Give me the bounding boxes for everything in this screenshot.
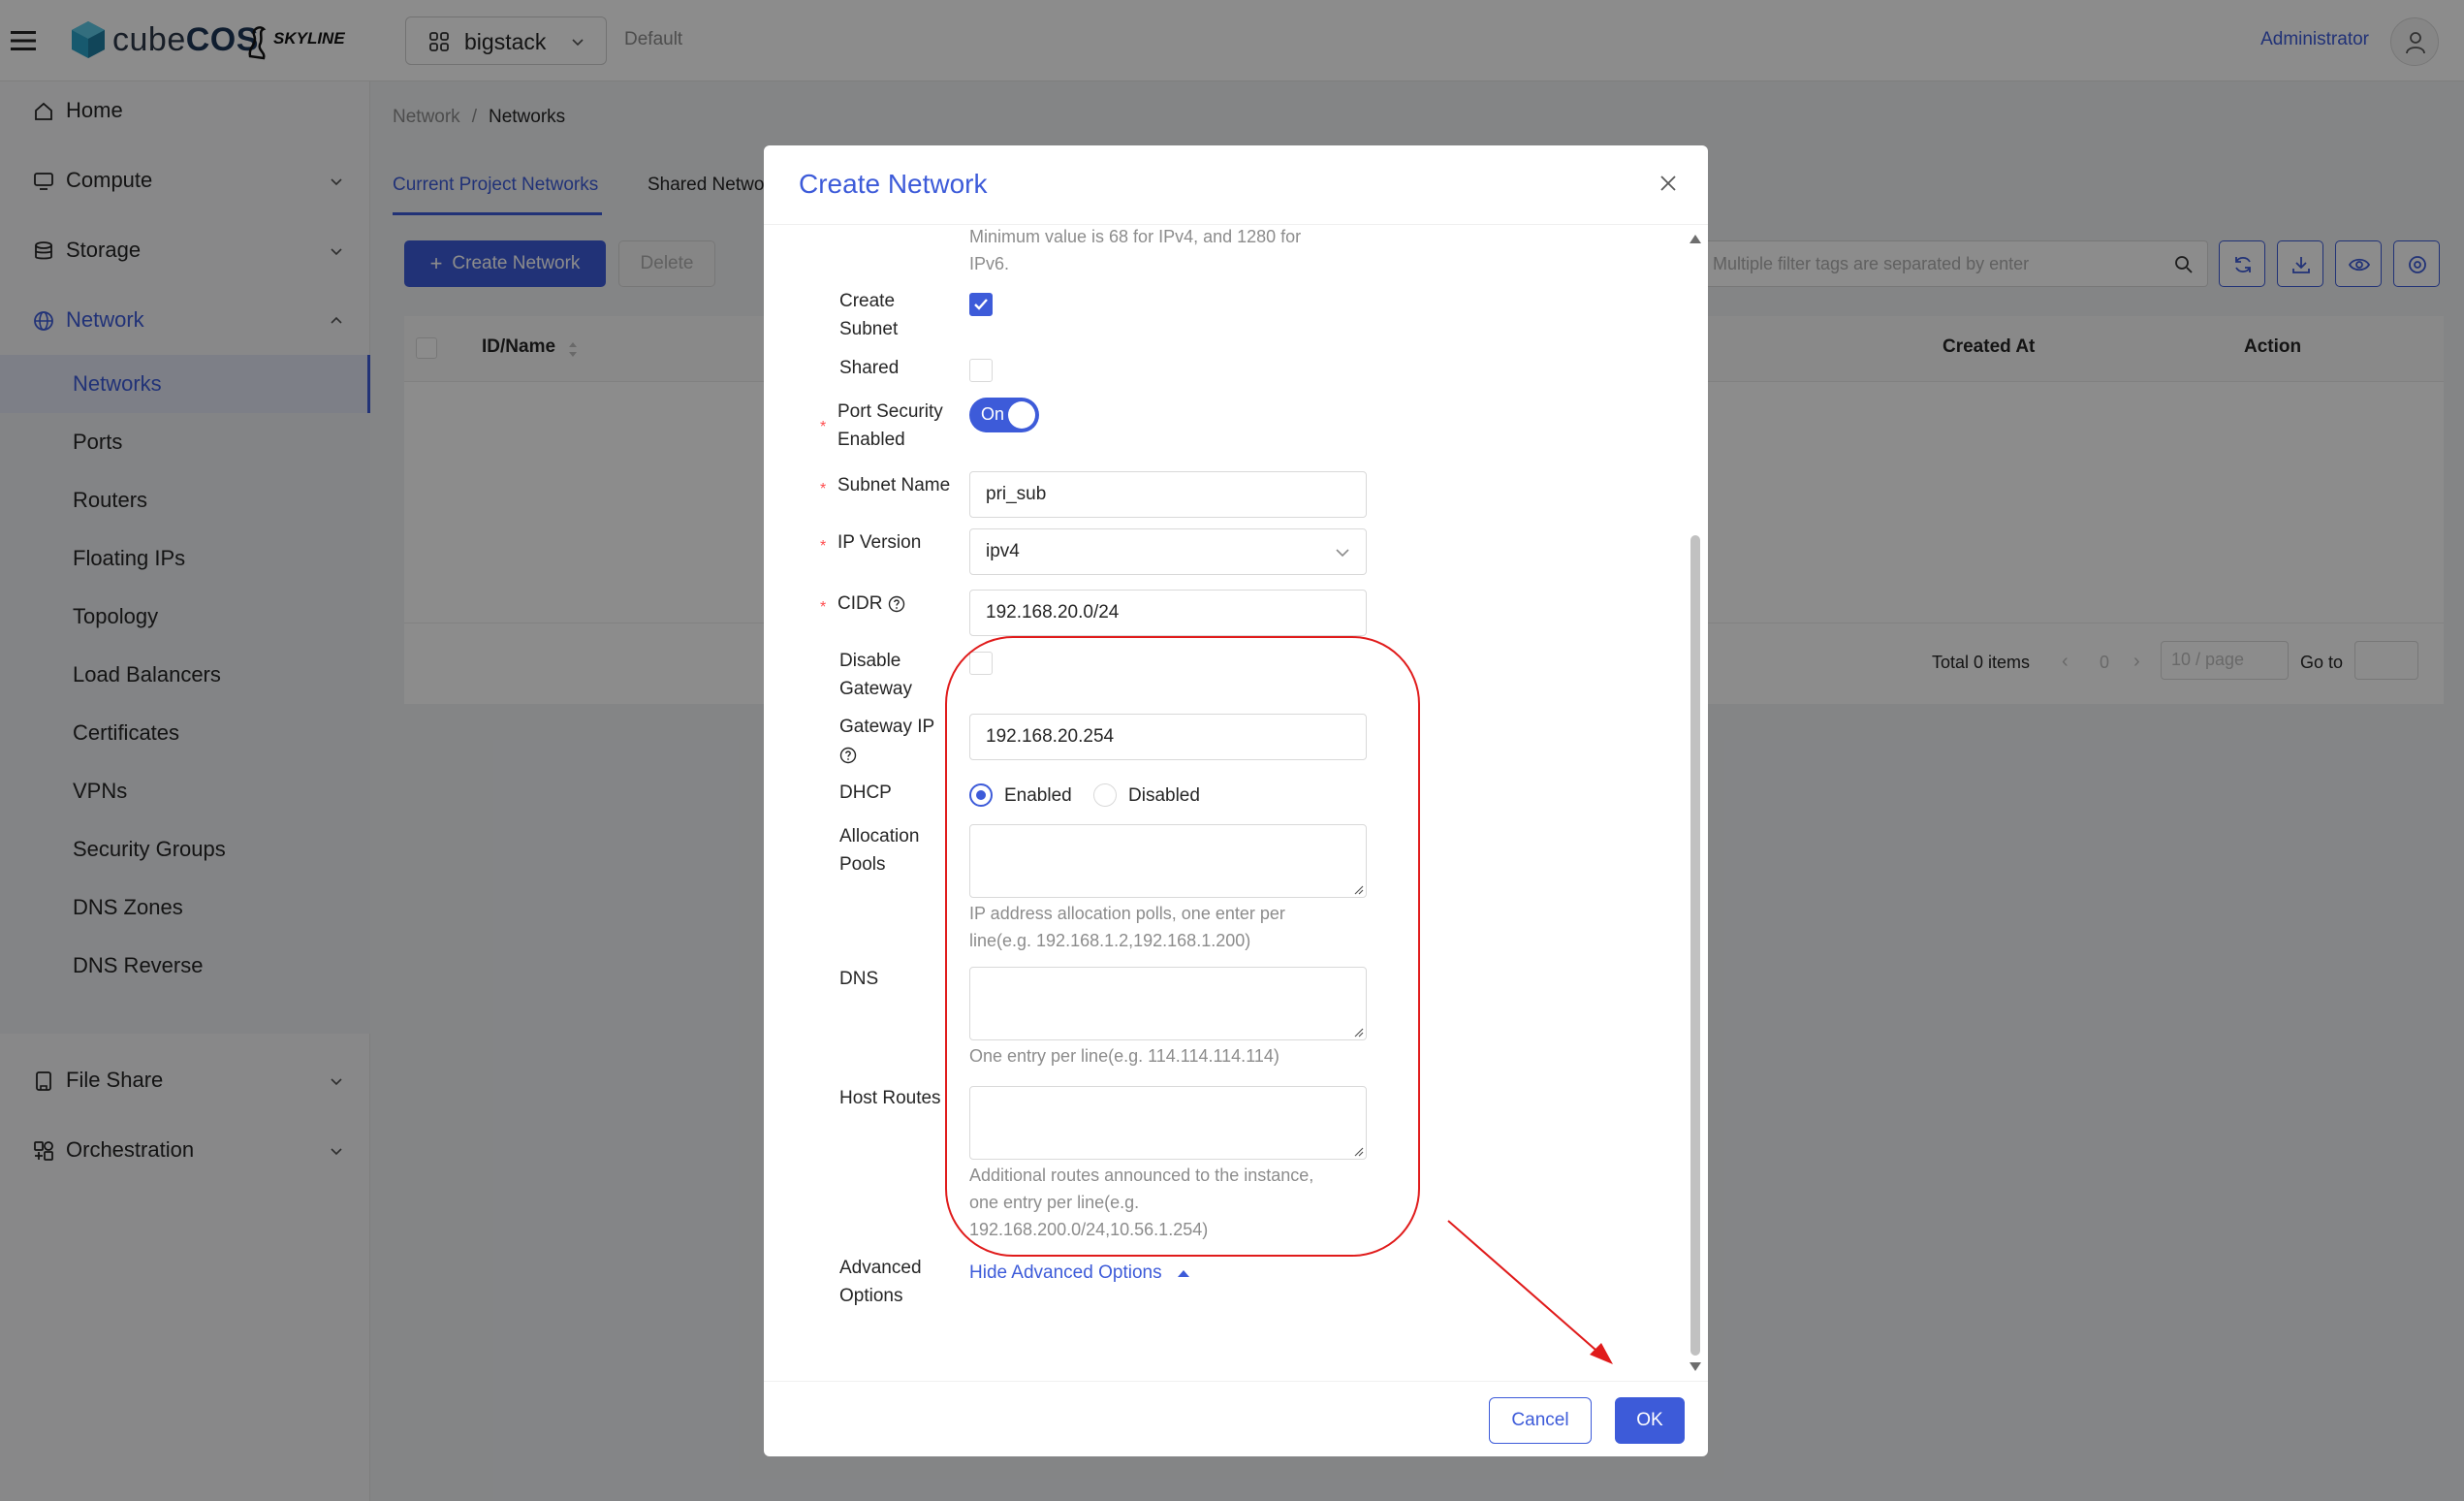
ip-version-select[interactable]: ipv4	[969, 528, 1367, 575]
toggle-knob	[1008, 401, 1035, 429]
ip-version-label: IP Version	[837, 532, 922, 553]
cidr-label-text: CIDR	[837, 593, 883, 614]
create-subnet-label-line1: Create	[839, 291, 896, 311]
dhcp-label: DHCP	[839, 782, 892, 803]
scroll-down-icon[interactable]	[1689, 1361, 1702, 1373]
ip-version-value: ipv4	[986, 541, 1020, 561]
cidr-input[interactable]: 192.168.20.0/24	[969, 590, 1367, 636]
hide-advanced-options-link[interactable]: Hide Advanced Options	[969, 1262, 1190, 1284]
port-security-label-line1: Port Security	[837, 401, 943, 422]
host-routes-label: Host Routes	[839, 1088, 941, 1108]
required-marker: *	[820, 481, 827, 497]
subnet-name-input[interactable]: pri_sub	[969, 471, 1367, 518]
toggle-state: On	[981, 404, 1005, 424]
modal-title: Create Network	[799, 169, 988, 199]
ok-button[interactable]: OK	[1615, 1397, 1685, 1444]
advanced-options-label-line2: Options	[839, 1286, 903, 1306]
disable-gateway-label-line2: Gateway	[839, 679, 912, 699]
port-security-label-line2: Enabled	[837, 430, 905, 450]
caret-up-icon	[1177, 1269, 1189, 1277]
cidr-label: CIDR	[837, 590, 905, 618]
annotation-highlight-box	[945, 636, 1420, 1257]
help-icon[interactable]	[839, 747, 857, 764]
modal-footer: Cancel OK	[764, 1381, 1708, 1456]
gateway-ip-label: Gateway IP	[839, 717, 935, 737]
cancel-button[interactable]: Cancel	[1489, 1397, 1592, 1444]
hide-advanced-options-label: Hide Advanced Options	[969, 1262, 1162, 1283]
scroll-up-icon[interactable]	[1689, 233, 1702, 244]
modal-scrollbar[interactable]	[1690, 535, 1700, 1356]
subnet-name-label: Subnet Name	[837, 475, 951, 495]
disable-gateway-label-line1: Disable	[839, 651, 901, 671]
annotation-arrow-icon	[1447, 1220, 1613, 1364]
required-marker: *	[820, 419, 827, 435]
required-marker: *	[820, 538, 827, 555]
check-icon	[974, 299, 988, 310]
mtu-hint-line1: Minimum value is 68 for IPv4, and 1280 f…	[969, 227, 1302, 246]
modal-header: Create Network	[764, 145, 1708, 225]
dns-label: DNS	[839, 969, 879, 989]
create-subnet-checkbox[interactable]	[969, 293, 993, 316]
create-subnet-label-line2: Subnet	[839, 319, 899, 339]
mtu-hint-line2: IPv6.	[969, 254, 1010, 273]
allocation-pools-label-line2: Pools	[839, 854, 886, 875]
chevron-down-icon	[1336, 549, 1349, 558]
shared-checkbox[interactable]	[969, 359, 993, 382]
port-security-toggle[interactable]: On	[969, 398, 1039, 432]
shared-label: Shared	[839, 358, 900, 378]
advanced-options-label-line1: Advanced	[839, 1258, 922, 1278]
help-icon[interactable]	[888, 595, 905, 613]
close-icon[interactable]	[1658, 173, 1679, 194]
allocation-pools-label-line1: Allocation	[839, 826, 920, 846]
required-marker: *	[820, 599, 827, 616]
